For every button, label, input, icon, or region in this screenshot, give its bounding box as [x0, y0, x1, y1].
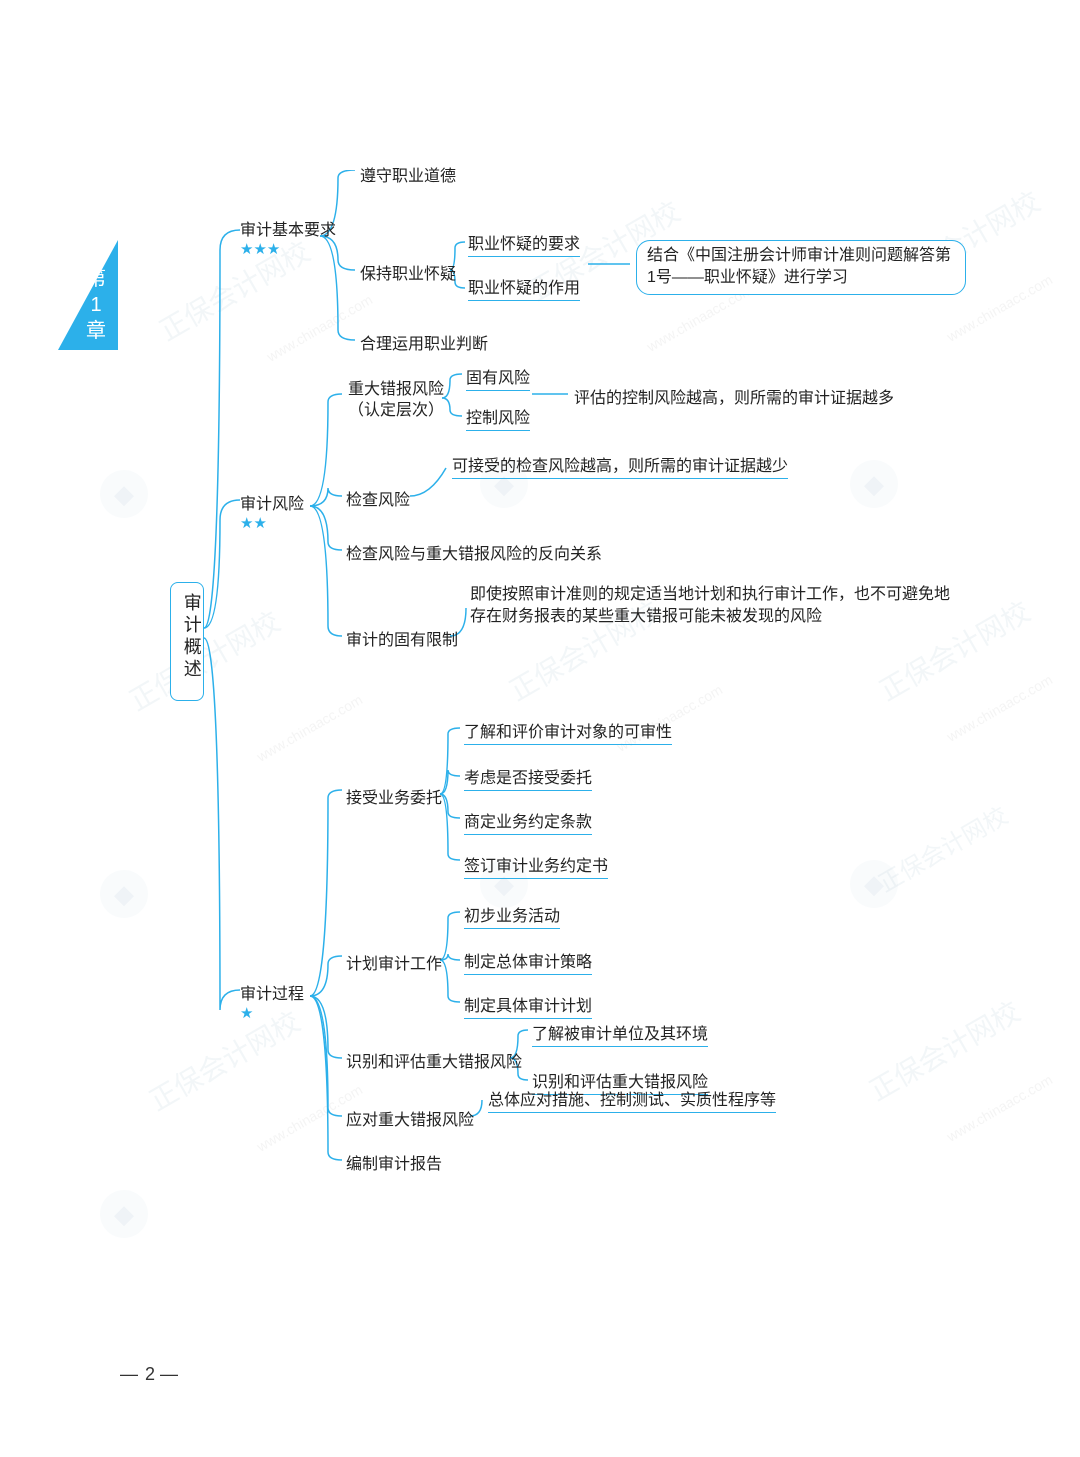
watermark-logo: ◆ [850, 460, 898, 508]
watermark-logo: ◆ [100, 1190, 148, 1238]
node-mm-note: 评估的控制风险越高，则所需的审计证据越多 [574, 384, 894, 408]
node-accept-s1: 了解和评价审计对象的可审性 [464, 718, 672, 745]
watermark-url: www.chinaacc.com [944, 671, 1055, 744]
watermark-url: www.chinaacc.com [254, 691, 365, 764]
node-inherent-limit-note: 即使按照审计准则的规定适当地计划和执行审计工作，也不可避免地存在财务报表的某些重… [470, 584, 950, 629]
node-judgment: 合理运用职业判断 [360, 330, 488, 354]
watermark-logo: ◆ [100, 870, 148, 918]
node-plan-s1: 初步业务活动 [464, 902, 560, 929]
star-rating: ★ [240, 1004, 304, 1022]
node-accept: 接受业务委托 [346, 784, 442, 808]
watermark: 正保会计网校 [861, 991, 1027, 1110]
watermark-url: www.chinaacc.com [264, 291, 375, 364]
node-inherent-limit: 审计的固有限制 [346, 626, 458, 650]
watermark-logo: ◆ [100, 470, 148, 518]
node-inverse-relation: 检查风险与重大错报风险的反向关系 [346, 540, 602, 564]
node-ethics: 遵守职业道德 [360, 162, 456, 186]
node-respond-sub: 总体应对措施、控制测试、实质性程序等 [488, 1086, 776, 1113]
watermark: 正保会计网校 [871, 796, 1013, 898]
watermark-logo: ◆ [850, 860, 898, 908]
star-rating: ★★★ [240, 240, 336, 258]
chapter-tab-line2: 1 [90, 292, 101, 318]
node-detection-risk: 检查风险 [346, 486, 410, 510]
watermark-url: www.chinaacc.com [944, 1071, 1055, 1144]
node-accept-s4: 签订审计业务约定书 [464, 852, 608, 879]
node-skepticism: 保持职业怀疑 [360, 260, 456, 284]
node-skepticism-effect: 职业怀疑的作用 [468, 274, 580, 301]
node-basic-requirements: 审计基本要求 ★★★ [240, 216, 336, 258]
star-rating: ★★ [240, 514, 304, 532]
node-plan: 计划审计工作 [346, 950, 442, 974]
node-material-misstatement: 重大错报风险（认定层次） [346, 380, 446, 422]
node-audit-risk: 审计风险 ★★ [240, 490, 304, 532]
mindmap-root: 审计概述 [170, 582, 204, 701]
chapter-tab: 第 1 章 [58, 240, 118, 350]
node-respond: 应对重大错报风险 [346, 1106, 474, 1130]
page-number: — 2 — [120, 1364, 180, 1385]
node-identify-s1: 了解被审计单位及其环境 [532, 1020, 708, 1047]
node-identify: 识别和评估重大错报风险 [346, 1048, 522, 1072]
root-label: 审计概述 [177, 593, 206, 681]
node-report: 编制审计报告 [346, 1150, 442, 1174]
node-plan-s3: 制定具体审计计划 [464, 992, 592, 1019]
node-accept-s2: 考虑是否接受委托 [464, 764, 592, 791]
node-plan-s2: 制定总体审计策略 [464, 948, 592, 975]
node-label: 审计基本要求 [240, 222, 336, 239]
node-accept-s3: 商定业务约定条款 [464, 808, 592, 835]
node-label: 审计风险 [240, 496, 304, 513]
node-audit-process: 审计过程 ★ [240, 980, 304, 1022]
node-label: 审计过程 [240, 986, 304, 1003]
chapter-tab-line3: 章 [86, 318, 106, 344]
chapter-tab-line1: 第 [86, 266, 106, 292]
node-inherent-risk: 固有风险 [466, 364, 530, 391]
node-skepticism-note: 结合《中国注册会计师审计准则问题解答第1号——职业怀疑》进行学习 [636, 240, 966, 295]
node-detection-note: 可接受的检查风险越高，则所需的审计证据越少 [452, 452, 788, 479]
node-control-risk: 控制风险 [466, 404, 530, 431]
node-skepticism-req: 职业怀疑的要求 [468, 230, 580, 257]
page-number-value: 2 [145, 1364, 155, 1384]
